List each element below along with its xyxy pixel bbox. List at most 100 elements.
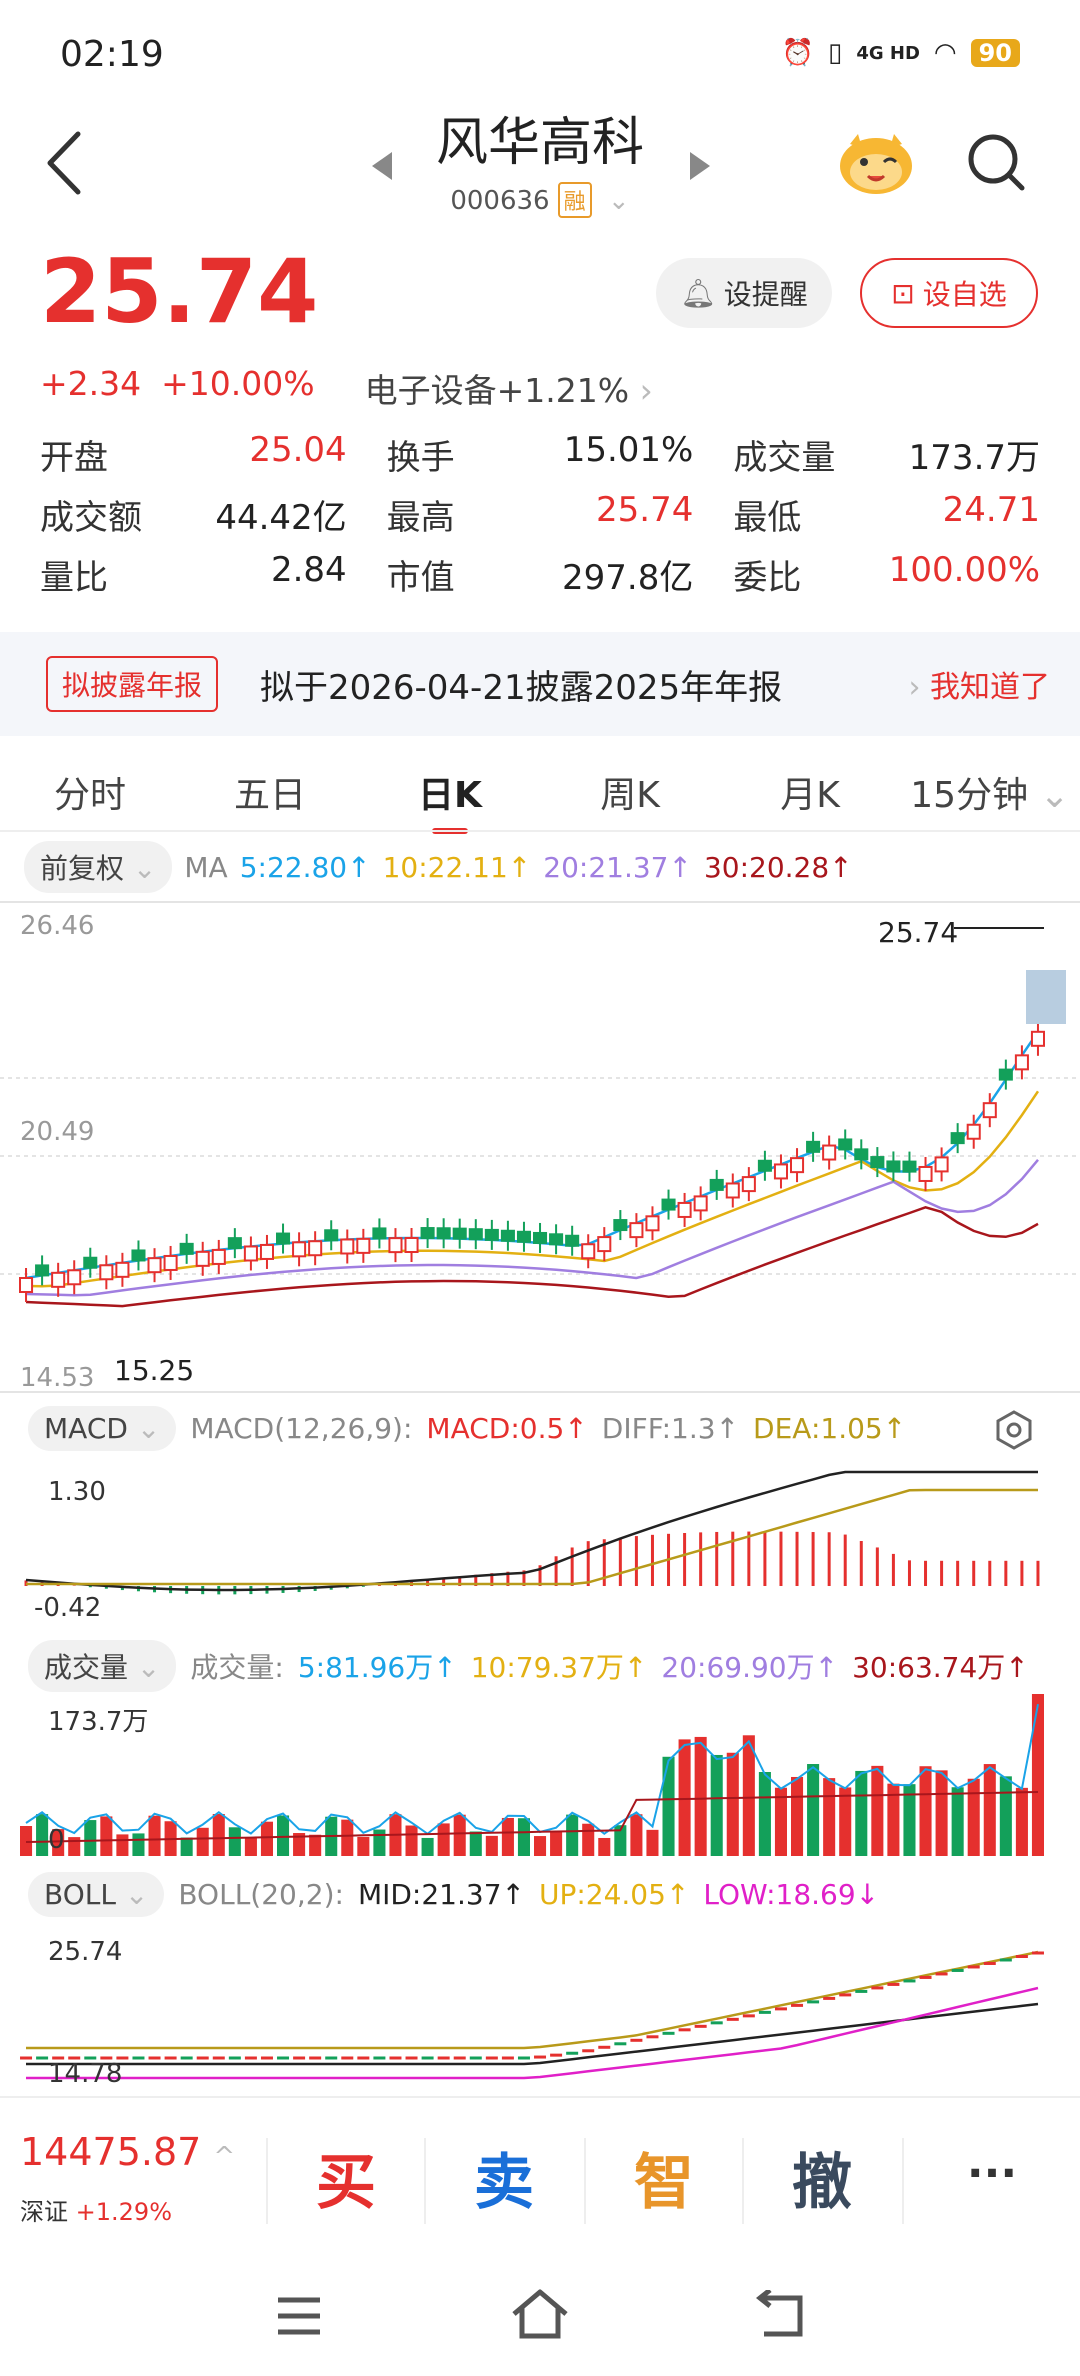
volume-bar <box>678 1739 691 1856</box>
boll-chart[interactable]: 25.74 14.78 <box>0 1924 1080 2092</box>
sector-link[interactable]: 电子设备+1.21% › <box>365 364 653 412</box>
volume-chart[interactable]: 173.7万 0 <box>0 1692 1080 1860</box>
candle <box>115 1261 130 1278</box>
volume-bar <box>630 1814 643 1856</box>
volume-bar <box>935 1770 948 1856</box>
macd-chart[interactable]: 1.30 -0.42 <box>0 1460 1080 1636</box>
candle <box>420 1227 435 1240</box>
candle <box>404 1237 419 1254</box>
candle <box>1014 1054 1029 1071</box>
wifi-icon: ◠ <box>933 38 957 68</box>
stat-value: 15.01% <box>563 429 694 470</box>
stat-value: 100.00% <box>888 549 1041 590</box>
network-label: 4G HD <box>856 42 920 64</box>
candle <box>67 1269 82 1286</box>
adjust-selector[interactable]: 前复权 ⌄ <box>24 841 173 893</box>
stat-value: 44.42亿 <box>215 497 347 538</box>
candle <box>484 1228 499 1241</box>
disclosure-banner[interactable]: 拟披露年报 拟于2026-04-21披露2025年年报 › 我知道了 <box>0 632 1080 736</box>
volume-bar <box>501 1817 514 1856</box>
macd-legend: MACD ⌄ MACD(12,26,9): MACD:0.5↑ DIFF:1.3… <box>28 1406 906 1451</box>
candle <box>276 1232 291 1245</box>
volume-bar <box>84 1820 97 1856</box>
volume-bar <box>373 1829 386 1856</box>
volume-bar <box>855 1770 868 1856</box>
home-icon[interactable] <box>510 2288 570 2340</box>
boll-selector-label: BOLL <box>44 1878 116 1911</box>
candle <box>388 1237 403 1254</box>
volume-bar <box>999 1776 1012 1856</box>
period-tab[interactable]: 周K <box>540 766 720 818</box>
volume-bar <box>694 1736 707 1856</box>
ma-line <box>25 1205 1039 1308</box>
macd-selector[interactable]: MACD ⌄ <box>28 1406 177 1451</box>
candle <box>966 1123 981 1140</box>
period-tab[interactable]: 日K <box>360 766 540 834</box>
divider <box>424 2138 426 2224</box>
candle <box>131 1249 146 1262</box>
disclosure-text: 拟于2026-04-21披露2025年年报 <box>260 668 783 708</box>
volume-bar <box>180 1837 193 1856</box>
volume-bar <box>758 1772 771 1856</box>
boll-selector[interactable]: BOLL ⌄ <box>28 1872 165 1917</box>
add-favorite-button[interactable]: ⊡ 设自选 <box>860 258 1038 328</box>
disclosure-tag: 拟披露年报 <box>46 656 219 712</box>
volume-label: 成交量: <box>190 1651 284 1684</box>
stat-cell: 委比 100.00% <box>733 550 1040 599</box>
candle <box>677 1201 692 1218</box>
volume-bar <box>405 1825 418 1856</box>
period-tab[interactable]: 月K <box>720 766 900 818</box>
kline-chart[interactable]: 26.46 20.49 14.53 15.25 25.74 <box>0 898 1080 1394</box>
period-tab[interactable]: 五日 <box>180 766 360 818</box>
boll-mid: MID:21.37↑ <box>357 1878 525 1911</box>
volume-bar <box>983 1764 996 1856</box>
search-icon[interactable] <box>966 132 1028 194</box>
candle <box>243 1245 258 1262</box>
divider <box>742 2138 744 2224</box>
volume-bar <box>662 1756 675 1856</box>
chevron-up-icon: ^ <box>213 2142 236 2172</box>
vol30-value: 30:63.74万↑ <box>852 1651 1029 1684</box>
chevron-down-icon: ⌄ <box>1028 775 1070 816</box>
chevron-down-icon[interactable]: ⌄ <box>608 186 630 216</box>
volume-selector[interactable]: 成交量 ⌄ <box>28 1640 177 1692</box>
more-button[interactable]: ··· <box>932 2148 1052 2199</box>
ma-legend: 前复权 ⌄ MA 5:22.80↑ 10:22.11↑ 20:21.37↑ 30… <box>24 841 853 893</box>
candle <box>918 1165 933 1182</box>
volume-bar <box>148 1815 161 1856</box>
ma30-value: 30:20.28↑ <box>703 850 853 884</box>
volume-bar <box>36 1814 49 1856</box>
stat-value: 24.71 <box>942 489 1041 530</box>
volume-bar <box>598 1837 611 1856</box>
volume-bar <box>341 1819 354 1856</box>
cancel-order-button[interactable]: 撤 <box>762 2134 882 2221</box>
volume-selector-label: 成交量 <box>44 1651 129 1684</box>
index-quote[interactable]: 14475.87 ^ <box>20 2130 235 2174</box>
candle <box>1030 1030 1045 1047</box>
volume-bar <box>534 1836 547 1856</box>
menu-icon[interactable] <box>274 2294 324 2338</box>
back-nav-icon[interactable] <box>752 2290 808 2340</box>
buy-button[interactable]: 买 <box>286 2134 406 2221</box>
stat-cell: 市值 297.8亿 <box>387 550 694 599</box>
candle <box>211 1248 226 1265</box>
stat-label: 量比 <box>40 557 108 598</box>
sell-button[interactable]: 卖 <box>444 2134 564 2221</box>
set-alert-button[interactable]: 🔔︎ 设提醒 <box>656 258 832 328</box>
settings-icon[interactable] <box>994 1410 1034 1450</box>
volume-bar <box>646 1829 659 1856</box>
stat-value: 25.74 <box>596 489 694 530</box>
period-tab[interactable]: 15分钟 ⌄ <box>900 766 1080 818</box>
period-tab[interactable]: 分时 <box>0 766 180 818</box>
acknowledge-button[interactable]: › 我知道了 <box>908 662 1050 706</box>
next-stock-icon[interactable] <box>688 150 712 182</box>
volume-bar <box>244 1837 257 1856</box>
volume-bar <box>967 1778 980 1856</box>
volume-bar <box>132 1833 145 1856</box>
candle <box>500 1229 515 1242</box>
smart-button[interactable]: 智 <box>604 2134 724 2221</box>
price-change-pct: +10.00% <box>161 364 315 403</box>
candle <box>709 1178 724 1191</box>
volume-bar <box>309 1834 322 1856</box>
mascot-icon[interactable] <box>836 126 916 196</box>
